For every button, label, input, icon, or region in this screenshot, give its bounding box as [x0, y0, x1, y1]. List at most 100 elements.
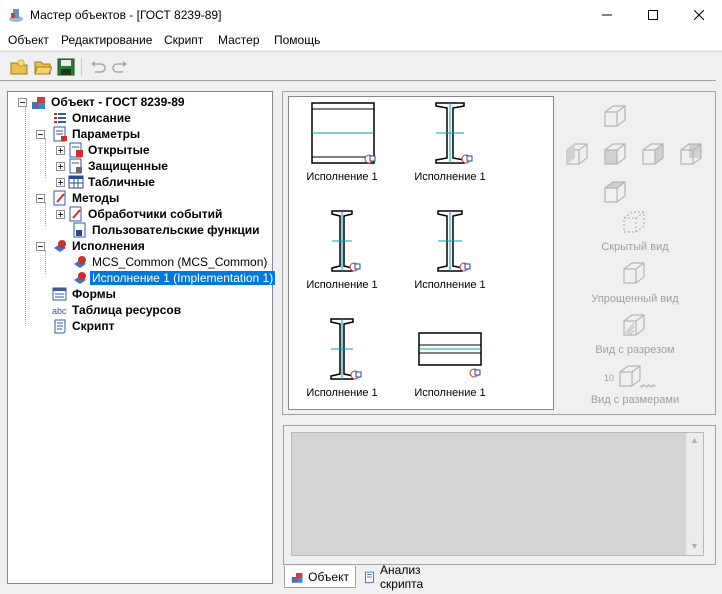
methods-icon: [53, 190, 66, 206]
tree-line: [25, 106, 26, 326]
tree-item-resource-table[interactable]: abc Таблица ресурсов: [52, 302, 183, 318]
tab-script-analysis[interactable]: Анализ скрипта: [357, 563, 467, 591]
forms-icon: [52, 287, 67, 301]
simplified-view-icon[interactable]: [620, 259, 648, 287]
cube-view-icon[interactable]: [601, 102, 629, 130]
cube-view-left-icon[interactable]: [563, 140, 591, 168]
collapse-expander[interactable]: [36, 129, 45, 139]
tree-item-implementation-1[interactable]: Исполнение 1 (Implementation 1): [72, 270, 277, 286]
tree-item-label: Защищенные: [88, 159, 168, 173]
redo-icon[interactable]: [111, 58, 129, 76]
dimensions-view-label[interactable]: Вид с размерами: [575, 394, 695, 406]
i-beam-icon: [331, 210, 361, 272]
menu-edit[interactable]: Редактирование: [61, 33, 152, 47]
simplified-view-label[interactable]: Упрощенный вид: [575, 293, 695, 305]
expand-expander[interactable]: [56, 145, 65, 155]
tab-object[interactable]: Объект: [284, 566, 356, 588]
tree-item-label: Описание: [72, 111, 131, 125]
implementation-thumbnail[interactable]: Исполнение 1: [405, 317, 495, 399]
collapse-expander[interactable]: [36, 193, 45, 203]
tab-object-label: Объект: [308, 569, 349, 584]
cube-view-back-icon[interactable]: [677, 140, 705, 168]
undo-icon[interactable]: [89, 58, 107, 76]
tree-item-user-functions[interactable]: Пользовательские функции: [72, 222, 262, 238]
close-button[interactable]: [676, 0, 722, 30]
minimize-icon: [602, 14, 612, 16]
maximize-icon: [648, 10, 658, 20]
tree-item-label: Методы: [72, 191, 120, 205]
params-protected-icon: [69, 158, 82, 174]
tree-root[interactable]: Объект - ГОСТ 8239-89: [18, 94, 187, 110]
implementation-caption: Исполнение 1: [306, 387, 378, 399]
tree-item-label: Таблица ресурсов: [72, 303, 182, 317]
tree-item-label: Пользовательские функции: [92, 223, 260, 237]
menu-script[interactable]: Скрипт: [164, 33, 203, 47]
toolbar: [0, 51, 722, 81]
event-handlers-icon: [69, 206, 82, 222]
dimensions-view-icon[interactable]: [616, 362, 664, 390]
open-folder-icon[interactable]: [34, 58, 52, 76]
implementation-thumbnail[interactable]: Исполнение 1: [405, 101, 495, 183]
scroll-up-icon[interactable]: ▲: [690, 435, 699, 445]
i-beam-icon: [330, 318, 362, 380]
implementation-thumbnail[interactable]: Исполнение 1: [297, 209, 387, 291]
object-tree[interactable]: Объект - ГОСТ 8239-89 Описание Параметры: [7, 91, 277, 584]
expand-expander[interactable]: [56, 161, 65, 171]
script-analysis-tab-icon: [365, 571, 374, 584]
tree-item-description[interactable]: Описание: [52, 110, 133, 126]
new-object-icon[interactable]: [10, 58, 28, 76]
tree-item-mcs-common[interactable]: MCS_Common (MCS_Common): [72, 254, 269, 270]
tree-item-label: Табличные: [88, 175, 155, 189]
expand-expander[interactable]: [56, 177, 65, 187]
list-icon: [54, 113, 66, 123]
implementation-thumbnail[interactable]: Исполнение 1: [297, 317, 387, 399]
window-title: Мастер объектов - [ГОСТ 8239-89]: [30, 8, 222, 22]
tree-item-parameters[interactable]: Параметры: [36, 126, 142, 142]
collapse-expander[interactable]: [36, 241, 45, 251]
hidden-view-label[interactable]: Скрытый вид: [575, 241, 695, 253]
object-tab-icon: [291, 572, 303, 583]
tree-item-forms[interactable]: Формы: [52, 286, 118, 302]
details-area[interactable]: [291, 432, 704, 556]
tree-item-methods[interactable]: Методы: [36, 190, 121, 206]
tree-item-open-params[interactable]: Открытые: [56, 142, 152, 158]
cube-view-right-icon[interactable]: [639, 140, 667, 168]
section-view-label[interactable]: Вид с разрезом: [575, 344, 695, 356]
params-icon: [53, 126, 67, 142]
tree-item-label: MCS_Common (MCS_Common): [92, 255, 268, 269]
abc-icon: abc: [52, 306, 67, 316]
menu-object[interactable]: Объект: [8, 33, 49, 47]
section-view-icon[interactable]: [620, 311, 648, 339]
maximize-button[interactable]: [630, 0, 676, 30]
implementation-thumbnail[interactable]: Исполнение 1: [297, 101, 387, 183]
tree-item-script[interactable]: Скрипт: [52, 318, 117, 334]
user-functions-icon: [73, 222, 86, 238]
cube-view-top-icon[interactable]: [601, 178, 629, 206]
tree-item-table-params[interactable]: Табличные: [56, 174, 157, 190]
i-beam-icon: [435, 102, 473, 164]
save-icon[interactable]: [57, 58, 75, 76]
implementations-gallery[interactable]: Исполнение 1 Исполнение 1 Исполнение 1 И…: [288, 96, 554, 410]
scroll-down-icon[interactable]: ▼: [690, 541, 699, 551]
implementation-thumbnail[interactable]: Исполнение 1: [405, 209, 495, 291]
expand-expander[interactable]: [56, 209, 65, 219]
i-beam-icon: [437, 210, 471, 272]
tree-item-protected-params[interactable]: Защищенные: [56, 158, 170, 174]
tree-item-label-selected: Исполнение 1 (Implementation 1): [88, 270, 277, 286]
toolbar-separator: [81, 58, 82, 76]
tab-script-analysis-label: Анализ скрипта: [380, 563, 424, 591]
implementation-caption: Исполнение 1: [414, 387, 486, 399]
hidden-view-icon[interactable]: [620, 208, 648, 236]
details-scrollbar[interactable]: ▲ ▼: [686, 433, 703, 555]
tree-item-event-handlers[interactable]: Обработчики событий: [56, 206, 224, 222]
menu-wizard[interactable]: Мастер: [218, 33, 260, 47]
tree-item-implementations[interactable]: Исполнения: [36, 238, 147, 254]
menu-help[interactable]: Помощь: [274, 33, 320, 47]
cube-view-front-icon[interactable]: [601, 140, 629, 168]
tree-item-label: Открытые: [88, 143, 150, 157]
collapse-expander[interactable]: [18, 97, 27, 107]
minimize-button[interactable]: [584, 0, 630, 30]
menu-bar: Объект Редактирование Скрипт Мастер Помо…: [0, 30, 722, 50]
beam-top-view-icon: [418, 332, 482, 378]
dimension-prefix: 10: [604, 373, 615, 383]
